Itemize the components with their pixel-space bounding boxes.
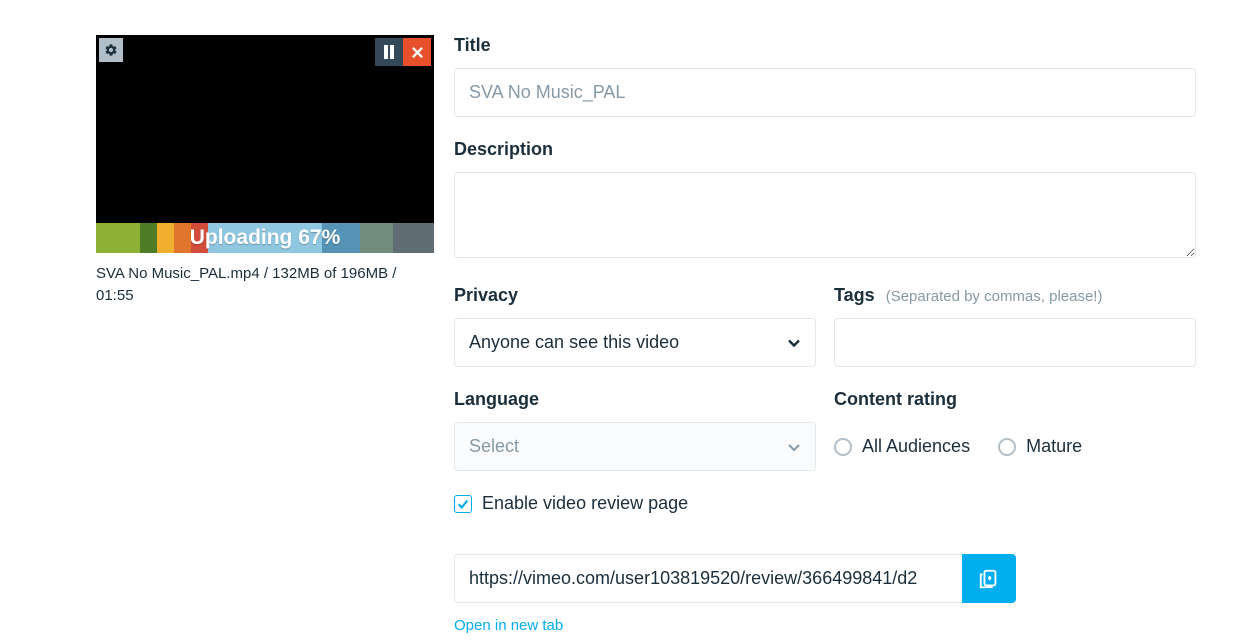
rating-mature-label: Mature	[1026, 436, 1082, 457]
enable-review-label: Enable video review page	[482, 493, 688, 514]
chevron-down-icon	[787, 336, 801, 350]
checkbox-checked-icon	[454, 495, 472, 513]
privacy-selected-value: Anyone can see this video	[469, 332, 679, 353]
description-label: Description	[454, 139, 1196, 160]
review-url-input[interactable]	[454, 554, 962, 603]
tags-hint: (Separated by commas, please!)	[886, 288, 1103, 305]
upload-progress-text: Uploading 67%	[190, 226, 341, 250]
form-column: Title Description Privacy Anyone can see…	[454, 35, 1196, 635]
chevron-down-icon	[787, 440, 801, 454]
upload-progress-bar: Uploading 67%	[96, 223, 434, 253]
language-placeholder: Select	[469, 436, 519, 457]
rating-mature-radio[interactable]: Mature	[998, 436, 1082, 457]
privacy-select[interactable]: Anyone can see this video	[454, 318, 816, 367]
upload-form-container: Uploading 67% SVA No Music_PAL.mp4 / 132…	[96, 35, 1249, 635]
tags-input[interactable]	[834, 318, 1196, 367]
copy-url-button[interactable]	[962, 554, 1016, 603]
radio-icon	[998, 438, 1016, 456]
clipboard-icon	[978, 568, 1000, 590]
title-input[interactable]	[454, 68, 1196, 117]
file-meta: SVA No Music_PAL.mp4 / 132MB of 196MB / …	[96, 263, 434, 307]
privacy-label: Privacy	[454, 285, 816, 306]
pause-icon	[383, 45, 395, 59]
language-label: Language	[454, 389, 816, 410]
title-label: Title	[454, 35, 1196, 56]
video-preview: Uploading 67%	[96, 35, 434, 253]
tags-label: Tags (Separated by commas, please!)	[834, 285, 1196, 306]
gear-icon	[104, 43, 118, 57]
settings-button[interactable]	[99, 38, 123, 62]
rating-all-audiences-radio[interactable]: All Audiences	[834, 436, 970, 457]
rating-all-label: All Audiences	[862, 436, 970, 457]
radio-icon	[834, 438, 852, 456]
close-icon	[411, 46, 424, 59]
language-select[interactable]: Select	[454, 422, 816, 471]
open-new-tab-link[interactable]: Open in new tab	[454, 617, 563, 634]
preview-column: Uploading 67% SVA No Music_PAL.mp4 / 132…	[96, 35, 434, 635]
pause-upload-button[interactable]	[375, 38, 403, 66]
content-rating-label: Content rating	[834, 389, 1196, 410]
enable-review-checkbox[interactable]: Enable video review page	[454, 493, 1196, 514]
description-input[interactable]	[454, 172, 1196, 258]
cancel-upload-button[interactable]	[403, 38, 431, 66]
